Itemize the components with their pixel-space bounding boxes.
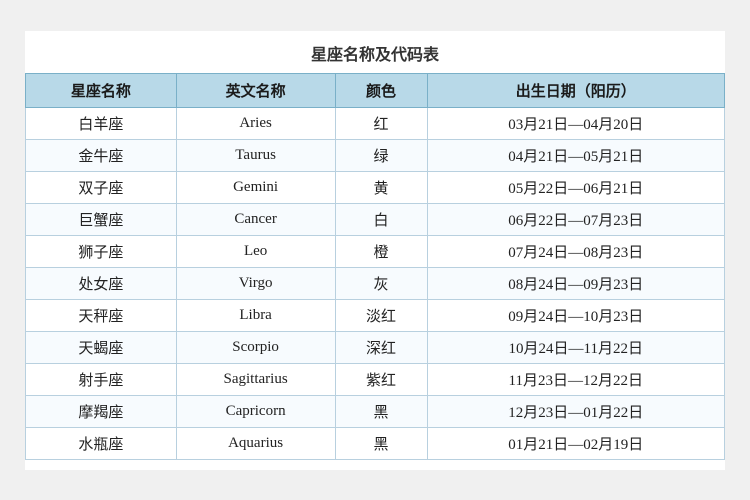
table-header-row: 星座名称 英文名称 颜色 出生日期（阳历） xyxy=(26,73,725,107)
table-row: 处女座Virgo灰08月24日—09月23日 xyxy=(26,267,725,299)
table-row: 射手座Sagittarius紫红11月23日—12月22日 xyxy=(26,363,725,395)
cell-color: 红 xyxy=(335,107,427,139)
cell-english: Cancer xyxy=(176,203,335,235)
table-row: 水瓶座Aquarius黑01月21日—02月19日 xyxy=(26,427,725,459)
cell-color: 白 xyxy=(335,203,427,235)
cell-date: 04月21日—05月21日 xyxy=(427,139,725,171)
cell-color: 紫红 xyxy=(335,363,427,395)
cell-date: 06月22日—07月23日 xyxy=(427,203,725,235)
cell-chinese: 双子座 xyxy=(26,171,177,203)
header-english: 英文名称 xyxy=(176,73,335,107)
header-color: 颜色 xyxy=(335,73,427,107)
table-row: 天秤座Libra淡红09月24日—10月23日 xyxy=(26,299,725,331)
cell-chinese: 天秤座 xyxy=(26,299,177,331)
cell-english: Sagittarius xyxy=(176,363,335,395)
cell-date: 03月21日—04月20日 xyxy=(427,107,725,139)
table-row: 双子座Gemini黄05月22日—06月21日 xyxy=(26,171,725,203)
cell-color: 黑 xyxy=(335,395,427,427)
cell-english: Aquarius xyxy=(176,427,335,459)
cell-chinese: 射手座 xyxy=(26,363,177,395)
cell-chinese: 白羊座 xyxy=(26,107,177,139)
cell-english: Taurus xyxy=(176,139,335,171)
cell-date: 07月24日—08月23日 xyxy=(427,235,725,267)
cell-color: 深红 xyxy=(335,331,427,363)
cell-date: 05月22日—06月21日 xyxy=(427,171,725,203)
cell-english: Capricorn xyxy=(176,395,335,427)
cell-chinese: 处女座 xyxy=(26,267,177,299)
cell-chinese: 金牛座 xyxy=(26,139,177,171)
table-row: 摩羯座Capricorn黑12月23日—01月22日 xyxy=(26,395,725,427)
cell-english: Aries xyxy=(176,107,335,139)
cell-date: 12月23日—01月22日 xyxy=(427,395,725,427)
main-container: 星座名称及代码表 星座名称 英文名称 颜色 出生日期（阳历） 白羊座Aries红… xyxy=(25,31,725,470)
cell-date: 10月24日—11月22日 xyxy=(427,331,725,363)
cell-color: 黑 xyxy=(335,427,427,459)
cell-color: 绿 xyxy=(335,139,427,171)
cell-english: Gemini xyxy=(176,171,335,203)
cell-chinese: 巨蟹座 xyxy=(26,203,177,235)
table-row: 白羊座Aries红03月21日—04月20日 xyxy=(26,107,725,139)
cell-chinese: 狮子座 xyxy=(26,235,177,267)
cell-date: 08月24日—09月23日 xyxy=(427,267,725,299)
cell-color: 灰 xyxy=(335,267,427,299)
table-row: 狮子座Leo橙07月24日—08月23日 xyxy=(26,235,725,267)
cell-color: 淡红 xyxy=(335,299,427,331)
cell-color: 黄 xyxy=(335,171,427,203)
header-date: 出生日期（阳历） xyxy=(427,73,725,107)
table-row: 金牛座Taurus绿04月21日—05月21日 xyxy=(26,139,725,171)
cell-date: 01月21日—02月19日 xyxy=(427,427,725,459)
cell-chinese: 水瓶座 xyxy=(26,427,177,459)
cell-english: Virgo xyxy=(176,267,335,299)
table-row: 天蝎座Scorpio深红10月24日—11月22日 xyxy=(26,331,725,363)
table-row: 巨蟹座Cancer白06月22日—07月23日 xyxy=(26,203,725,235)
cell-english: Leo xyxy=(176,235,335,267)
cell-english: Libra xyxy=(176,299,335,331)
cell-date: 09月24日—10月23日 xyxy=(427,299,725,331)
cell-color: 橙 xyxy=(335,235,427,267)
zodiac-table: 星座名称 英文名称 颜色 出生日期（阳历） 白羊座Aries红03月21日—04… xyxy=(25,73,725,460)
cell-chinese: 摩羯座 xyxy=(26,395,177,427)
header-chinese: 星座名称 xyxy=(26,73,177,107)
cell-english: Scorpio xyxy=(176,331,335,363)
cell-date: 11月23日—12月22日 xyxy=(427,363,725,395)
table-title: 星座名称及代码表 xyxy=(25,41,725,65)
cell-chinese: 天蝎座 xyxy=(26,331,177,363)
